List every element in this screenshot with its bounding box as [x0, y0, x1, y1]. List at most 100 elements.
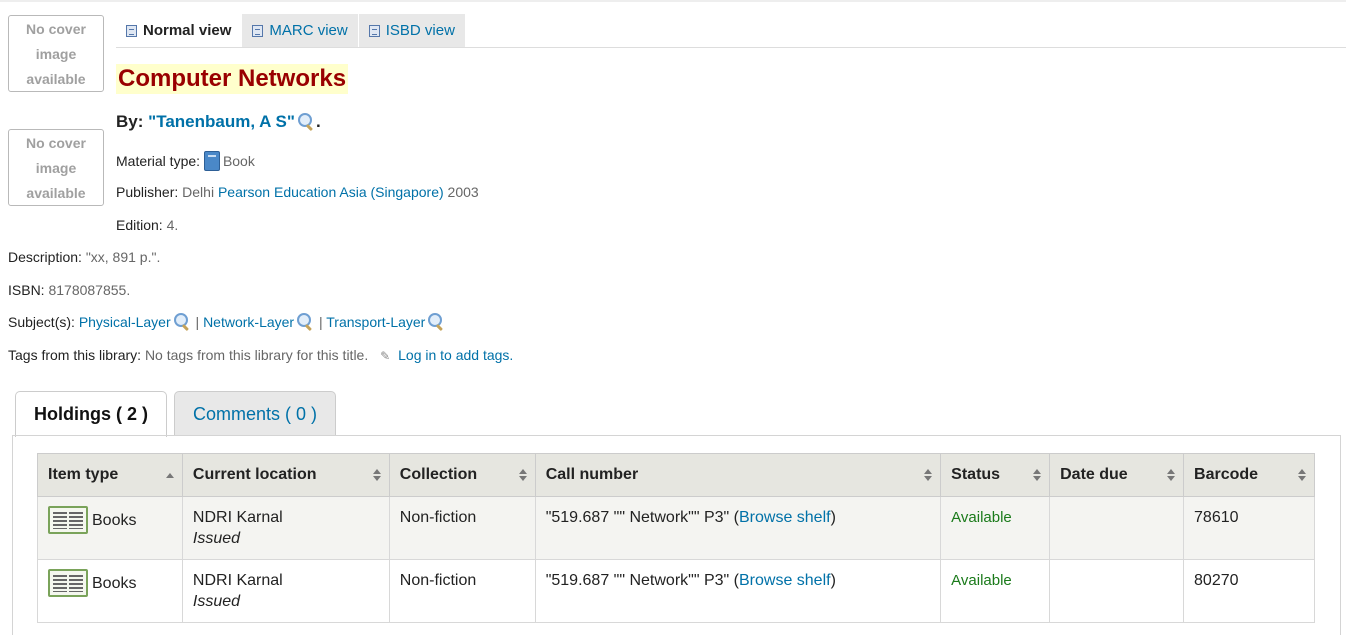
sort-icon: [372, 469, 381, 482]
cell-item-type: Books: [37, 559, 183, 623]
cover-text-line: No cover: [26, 21, 86, 37]
location-status: Issued: [192, 530, 241, 547]
edition-label: Edition:: [116, 217, 163, 233]
tab-marc-view[interactable]: MARC view: [242, 14, 358, 48]
location-status: Issued: [192, 593, 241, 610]
author-line: By: "Tanenbaum, A S".: [116, 111, 321, 133]
edition-row: Edition: 4.: [116, 216, 178, 234]
column-header-label: Status: [951, 466, 1001, 483]
cover-text-line: image: [35, 46, 77, 62]
cover-text-line: available: [26, 71, 86, 87]
tab-comments[interactable]: Comments ( 0 ): [174, 391, 337, 436]
by-label: By:: [116, 112, 144, 131]
item-type-label: Books: [92, 511, 137, 529]
view-tabs: Normal view MARC view ISBD view: [116, 14, 466, 48]
cover-text-line: image: [35, 160, 77, 176]
tab-holdings[interactable]: Holdings ( 2 ): [15, 391, 167, 437]
sort-icon: [1033, 469, 1042, 482]
location-name: NDRI Karnal: [192, 509, 283, 526]
subject-link-transport-layer[interactable]: Transport-Layer: [326, 314, 425, 330]
publisher-year: 2003: [447, 184, 479, 200]
open-book-icon: [48, 569, 88, 597]
cell-status: Available: [940, 559, 1051, 623]
pencil-icon: ✎: [380, 349, 391, 363]
column-header-label: Current location: [192, 466, 317, 483]
search-icon[interactable]: [427, 313, 446, 329]
cell-barcode: 80270: [1183, 559, 1315, 623]
column-header-label: Collection: [399, 466, 478, 483]
cell-collection: Non-fiction: [388, 496, 536, 560]
description-row: Description: "xx, 891 p.".: [8, 248, 160, 266]
isbn-row: ISBN: 8178087855.: [8, 281, 130, 299]
tags-value: No tags from this library for this title…: [144, 347, 369, 363]
table-row: Books NDRI Karnal Issued Non-fiction "519…: [37, 559, 1315, 623]
publisher-link[interactable]: Pearson Education Asia (Singapore): [218, 184, 444, 200]
cell-status: Available: [940, 496, 1051, 560]
subjects-label: Subject(s):: [8, 314, 75, 330]
browse-shelf-link[interactable]: Browse shelf: [739, 509, 831, 526]
cell-location: NDRI Karnal Issued: [181, 496, 390, 560]
column-header-status[interactable]: Status: [940, 453, 1051, 497]
sort-ascending-icon: [165, 469, 174, 482]
column-header-barcode[interactable]: Barcode: [1183, 453, 1315, 497]
tags-row: Tags from this library: No tags from thi…: [8, 346, 513, 364]
location-name: NDRI Karnal: [192, 572, 283, 589]
cell-item-type: Books: [37, 496, 183, 560]
subject-link-network-layer[interactable]: Network-Layer: [203, 314, 294, 330]
no-cover-image-2: No cover image available: [8, 129, 104, 206]
holdings-tabs: Holdings ( 2 ) Comments ( 0 ): [15, 391, 343, 437]
sort-icon: [1167, 469, 1176, 482]
material-type-row: Material type: Book: [116, 151, 255, 171]
browse-shelf-link[interactable]: Browse shelf: [739, 572, 831, 589]
no-cover-image-1: No cover image available: [8, 15, 104, 92]
cover-text-line: available: [26, 185, 86, 201]
holdings-table: Item type Current location Collection Ca…: [37, 453, 1315, 623]
column-header-current-location[interactable]: Current location: [181, 453, 390, 497]
isbn-label: ISBN:: [8, 282, 45, 298]
author-link[interactable]: "Tanenbaum, A S": [148, 112, 295, 131]
login-to-tag-link[interactable]: Log in to add tags.: [398, 347, 513, 363]
column-header-label: Barcode: [1194, 466, 1259, 483]
publisher-row: Publisher: Delhi Pearson Education Asia …: [116, 183, 479, 201]
call-number-close: ): [830, 572, 836, 589]
search-icon[interactable]: [297, 113, 316, 129]
top-border: [0, 0, 1346, 2]
tab-label: ISBD view: [385, 22, 455, 39]
description-label: Description:: [8, 249, 82, 265]
column-header-call-number[interactable]: Call number: [534, 453, 942, 497]
cover-text-line: No cover: [26, 135, 86, 151]
column-header-label: Call number: [545, 466, 639, 483]
cell-date-due: [1049, 559, 1185, 623]
material-type-value: Book: [222, 153, 255, 169]
list-icon: [252, 25, 264, 37]
cell-date-due: [1049, 496, 1185, 560]
subject-separator: |: [318, 314, 323, 330]
search-icon[interactable]: [296, 313, 315, 329]
book-icon: [203, 151, 220, 171]
publisher-label: Publisher:: [116, 184, 179, 200]
cell-call-number: "519.687 "" Network"" P3" (Browse shelf): [534, 496, 942, 560]
record-title: Computer Networks: [116, 64, 349, 94]
tab-normal-view[interactable]: Normal view: [116, 14, 242, 48]
search-icon[interactable]: [173, 313, 192, 329]
card-icon: [368, 25, 380, 37]
publisher-place: Delhi: [182, 184, 215, 200]
sort-icon: [1298, 469, 1306, 482]
tab-isbd-view[interactable]: ISBD view: [358, 14, 465, 48]
tabs-divider: [116, 47, 1346, 48]
call-number: "519.687 "" Network"" P3" (: [545, 509, 739, 526]
column-header-item-type[interactable]: Item type: [37, 453, 183, 497]
material-type-label: Material type:: [116, 153, 201, 169]
subject-link-physical-layer[interactable]: Physical-Layer: [79, 314, 171, 330]
call-number: "519.687 "" Network"" P3" (: [545, 572, 739, 589]
table-row: Books NDRI Karnal Issued Non-fiction "519…: [37, 496, 1315, 560]
column-header-collection[interactable]: Collection: [388, 453, 536, 497]
column-header-date-due[interactable]: Date due: [1049, 453, 1185, 497]
description-value: "xx, 891 p.".: [85, 249, 161, 265]
call-number-close: ): [830, 509, 836, 526]
author-suffix: .: [315, 112, 321, 131]
tab-label: Normal view: [143, 22, 232, 39]
isbn-value: 8178087855.: [48, 282, 131, 298]
column-header-label: Item type: [48, 466, 119, 483]
cell-call-number: "519.687 "" Network"" P3" (Browse shelf): [534, 559, 942, 623]
